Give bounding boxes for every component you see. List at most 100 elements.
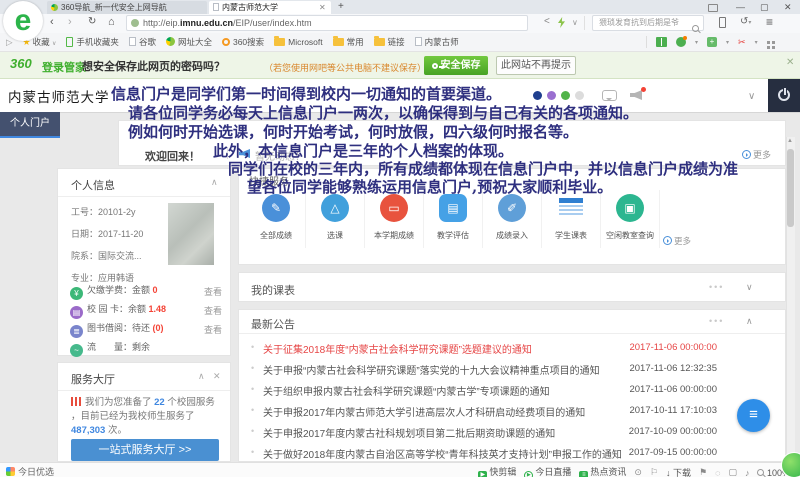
theme-dot-navy[interactable]	[533, 91, 542, 100]
services-more-link[interactable]: 更多	[663, 235, 691, 247]
announcement-row[interactable]: • 关于申报“内蒙古社会科学研究课题”落实党的十九大会议精神重点项目的通知 20…	[239, 359, 786, 380]
scrollbar-thumb[interactable]	[787, 149, 794, 227]
service-grade-entry[interactable]: ✐成绩录入	[483, 190, 542, 248]
theme-dot-gray[interactable]	[575, 91, 584, 100]
collapse-icon[interactable]: ∧	[211, 177, 218, 188]
security-shield-icon[interactable]	[676, 37, 686, 47]
search-box[interactable]: 猥琐发育抗到后期是爷	[592, 15, 704, 31]
message-icon[interactable]	[602, 90, 617, 101]
bookmark-imnu[interactable]: 内蒙古师	[415, 36, 459, 48]
service-teaching-eval[interactable]: ▤教学评估	[424, 190, 483, 248]
welcome-more-link[interactable]: 更多	[742, 148, 771, 161]
extension-icons: ▾ +▾ ✂▾	[646, 36, 775, 48]
bookmark-links[interactable]: 链接	[374, 36, 405, 48]
minimize-button[interactable]: —	[736, 2, 745, 12]
reload-button[interactable]: ↻	[88, 16, 96, 27]
announcement-title[interactable]: 关于申报2017年度内蒙古社科规划项目第二批后期资助课题的通知	[263, 425, 555, 440]
search-icon[interactable]	[692, 19, 699, 37]
collapse-icon[interactable]: ∧	[198, 371, 205, 382]
announcement-title[interactable]: 关于申报“内蒙古社会科学研究课题”落实党的十九大会议精神重点项目的通知	[263, 362, 600, 377]
close-panel-icon[interactable]: ✕	[213, 371, 221, 382]
tab-360-nav[interactable]: 360导航_新一代安全上网导航	[47, 1, 207, 14]
menu-icon[interactable]: ≡	[766, 15, 773, 29]
theme-dot-purple[interactable]	[547, 91, 556, 100]
announcement-row[interactable]: • 关于组织申报内蒙古社会科学研究课题“内蒙古学”专项课题的通知 2017-11…	[239, 380, 786, 401]
service-all-grades[interactable]: ✎全部成绩	[247, 190, 306, 248]
view-link[interactable]: 查看	[204, 304, 222, 317]
announcement-title[interactable]: 关于组织申报内蒙古社会科学研究课题“内蒙古学”专项课题的通知	[263, 383, 550, 398]
announcement-row[interactable]: • 关于申报2017年度内蒙古社科规划项目第二批后期资助课题的通知 2017-1…	[239, 422, 786, 443]
announcement-title[interactable]: 关于申报2017年内蒙古师范大学引进高层次人才科研启动经费项目的通知	[263, 404, 585, 419]
live-link[interactable]: ▶今日直播	[524, 465, 571, 477]
one-stop-service-button[interactable]: 一站式服务大厅 >>	[71, 439, 219, 461]
multiwindow-icon[interactable]: ▢	[728, 467, 737, 477]
skin-icon[interactable]	[708, 4, 718, 12]
history-restore-icon[interactable]: ↺▾	[740, 16, 751, 27]
floating-menu-button[interactable]: ≡	[737, 399, 770, 432]
phone-sync-icon[interactable]	[719, 17, 726, 28]
service-free-classroom[interactable]: ▣空闲教室查询	[601, 190, 660, 248]
url-scheme: http://eip.	[143, 18, 180, 28]
bullet-icon: •	[251, 384, 254, 394]
screenshot-icon[interactable]: ✂	[738, 37, 746, 48]
announcement-title[interactable]: 关于征集2018年度“内蒙古社会科学研究课题”选题建议的通知	[263, 341, 532, 356]
announcement-date: 2017-10-11 17:10:03	[629, 405, 717, 416]
sidebar-flag-icon[interactable]: ⚐	[650, 467, 658, 477]
session-icon[interactable]: ◌	[715, 468, 720, 477]
close-bar-icon[interactable]: ✕	[786, 57, 794, 68]
save-password-button[interactable]: 安全保存	[424, 56, 488, 75]
close-button[interactable]: ✕	[784, 2, 792, 13]
folder-icon	[374, 38, 385, 46]
bookmark-sidebar-toggle-icon[interactable]: ▷	[6, 37, 13, 48]
flag-icon[interactable]: ⚑	[699, 467, 707, 477]
tab-imnu-active[interactable]: 内蒙古师范大学	[209, 1, 331, 14]
sound-icon[interactable]: ♪	[745, 468, 750, 477]
panel-menu-icon[interactable]: •••	[709, 282, 724, 292]
bookmark-360-search[interactable]: 360搜索	[222, 36, 264, 48]
speedup-ball[interactable]	[781, 452, 800, 477]
share-icon[interactable]: <	[544, 16, 550, 27]
announcement-row[interactable]: • 关于做好2018年度内蒙古自治区高等学校“青年科技英才支持计划”申报工作的通…	[239, 443, 786, 462]
panel-menu-icon[interactable]: •••	[709, 316, 724, 326]
chevron-down-icon[interactable]: ∨	[572, 18, 578, 27]
hot-news-link[interactable]: ≡热点资讯	[579, 465, 626, 477]
service-course-select[interactable]: △选课	[306, 190, 365, 248]
back-button[interactable]: ‹	[50, 16, 54, 28]
maximize-button[interactable]: ▢	[760, 2, 769, 13]
user-menu-chevron-icon[interactable]: ∨	[748, 91, 755, 102]
announcement-row[interactable]: • 关于征集2018年度“内蒙古社会科学研究课题”选题建议的通知 2017-11…	[239, 338, 786, 359]
tab-close-icon[interactable]: ✕	[319, 3, 326, 12]
expand-icon[interactable]: ∨	[746, 282, 753, 293]
bookmark-google[interactable]: 谷歌	[129, 36, 156, 48]
view-link[interactable]: 查看	[204, 285, 222, 298]
site-safety-icon[interactable]	[131, 19, 139, 27]
dismiss-site-button[interactable]: 此网站不再提示	[496, 56, 576, 75]
bookmark-360-sites[interactable]: 网址大全	[166, 36, 212, 48]
tab-personal-portal[interactable]: 个人门户	[0, 112, 60, 136]
view-link[interactable]: 查看	[204, 323, 222, 336]
browser-logo-icon[interactable]: e	[3, 1, 43, 41]
ad-filter-icon[interactable]: +	[707, 37, 717, 47]
download-link[interactable]: ↓ 下载	[666, 466, 691, 477]
extensions-grid-icon[interactable]	[767, 41, 770, 44]
scrollbar-up-icon[interactable]: ▲	[787, 138, 793, 144]
service-term-grades[interactable]: ▭本学期成绩	[365, 190, 424, 248]
announcement-row[interactable]: • 关于申报2017年内蒙古师范大学引进高层次人才科研启动经费项目的通知 201…	[239, 401, 786, 422]
service-student-schedule[interactable]: 学生课表	[542, 190, 601, 248]
360-brand: 360	[10, 56, 32, 71]
announcement-title[interactable]: 关于做好2018年度内蒙古自治区高等学校“青年科技英才支持计划”申报工作的通知	[263, 446, 622, 461]
today-picks-link[interactable]: 今日优选	[6, 465, 54, 477]
collapse-icon[interactable]: ∧	[746, 316, 753, 327]
game-center-icon[interactable]: ⊙	[634, 467, 642, 477]
bookmark-mobile[interactable]: 手机收藏夹	[66, 36, 119, 48]
logout-box[interactable]	[768, 79, 800, 112]
bookmark-microsoft[interactable]: Microsoft	[274, 37, 322, 47]
theme-dot-green[interactable]	[561, 91, 570, 100]
quick-clip-link[interactable]: ▶快剪辑	[478, 465, 516, 477]
password-manager-icon[interactable]	[656, 37, 667, 47]
address-bar[interactable]: http://eip.imnu.edu.cn/EIP/user/index.ht…	[126, 15, 528, 31]
bookmark-common[interactable]: 常用	[333, 36, 364, 48]
new-tab-button[interactable]: +	[338, 1, 344, 12]
home-button[interactable]: ⌂	[108, 16, 115, 28]
forward-button[interactable]: ›	[68, 16, 72, 28]
